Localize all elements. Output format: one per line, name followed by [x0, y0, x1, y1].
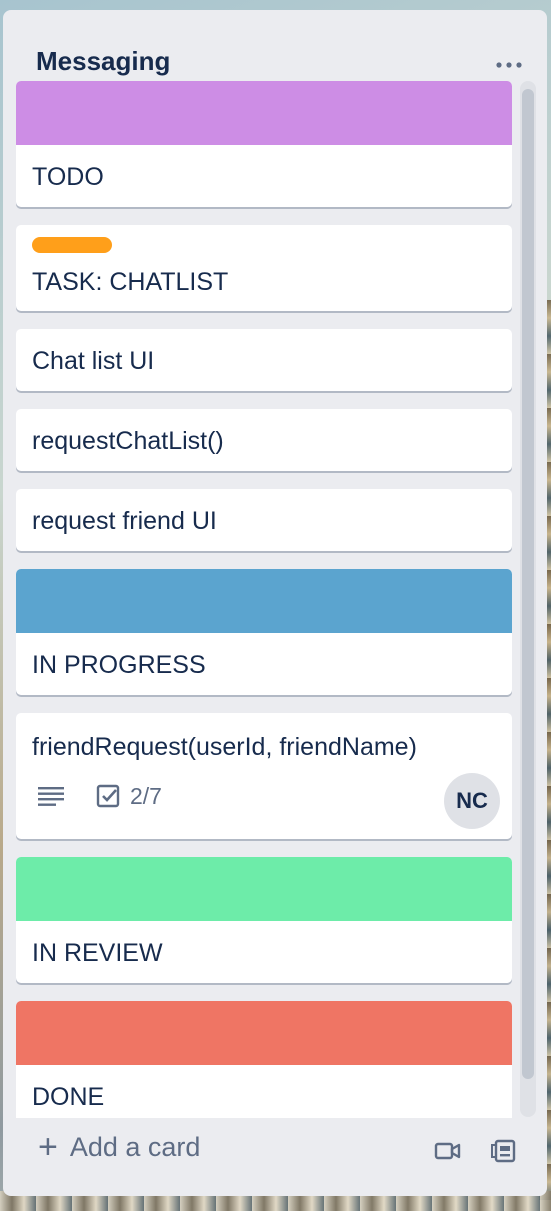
card-chat-list-ui[interactable]: Chat list UI [16, 329, 512, 391]
card-cover [16, 569, 512, 633]
card-title: IN PROGRESS [32, 651, 206, 679]
list-scrollbar[interactable] [520, 81, 536, 1117]
card-request-chat-list[interactable]: requestChatList() [16, 409, 512, 471]
card-title: Chat list UI [32, 347, 155, 375]
description-icon [38, 786, 64, 806]
list-title[interactable]: Messaging [36, 46, 170, 77]
card-request-friend-ui[interactable]: request friend UI [16, 489, 512, 551]
card-label[interactable] [32, 237, 112, 253]
card-cover [16, 857, 512, 921]
card-title: DONE [32, 1083, 105, 1111]
card-done[interactable]: DONE [16, 1001, 512, 1118]
add-card-button[interactable]: + Add a card [22, 1124, 216, 1170]
checklist-count: 2/7 [130, 782, 162, 809]
card-title: TASK: CHATLIST [32, 268, 229, 296]
add-card-label: Add a card [69, 1131, 201, 1162]
card-title: IN REVIEW [32, 939, 163, 967]
card-badges: 2/7 [38, 781, 162, 811]
card-cover [16, 81, 512, 145]
card-cover [16, 1001, 512, 1065]
member-avatar[interactable]: NC [444, 773, 500, 829]
card-friend-request[interactable]: friendRequest(userId, friendName) 2/7 NC [16, 713, 512, 839]
card-title: friendRequest(userId, friendName) [32, 733, 417, 761]
template-icon[interactable] [488, 1136, 520, 1166]
card-title: request friend UI [32, 507, 217, 535]
card-task-chatlist[interactable]: TASK: CHATLIST [16, 225, 512, 311]
card-title: TODO [32, 163, 104, 191]
scrollbar-thumb[interactable] [522, 89, 534, 1079]
video-icon[interactable] [432, 1136, 464, 1166]
card-todo[interactable]: TODO [16, 81, 512, 207]
card-list: TODO TASK: CHATLIST Chat list UI request… [16, 81, 512, 1118]
card-in-review[interactable]: IN REVIEW [16, 857, 512, 983]
list-menu-button[interactable] [489, 46, 529, 76]
card-title: requestChatList() [32, 427, 224, 455]
more-icon [496, 48, 522, 74]
card-in-progress[interactable]: IN PROGRESS [16, 569, 512, 695]
plus-icon: + [38, 1128, 58, 1166]
checklist-icon [96, 784, 120, 808]
